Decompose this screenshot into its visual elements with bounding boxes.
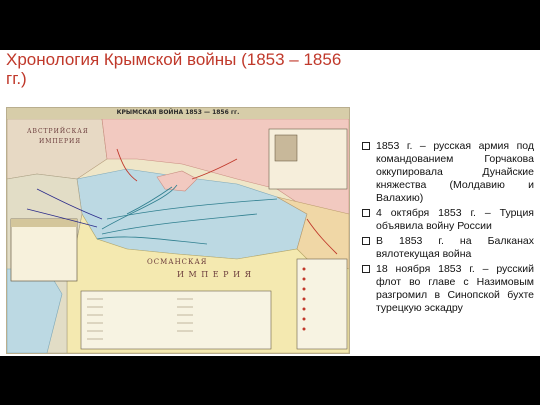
- slide-title: Хронология Крымской войны (1853 – 1856 г…: [6, 50, 342, 88]
- chronology-list: 1853 г. – русская армия под командование…: [362, 140, 534, 317]
- imperia-label: И М П Е Р И Я: [177, 270, 253, 279]
- list-item-text: 18 ноября 1853 г. – русский флот во глав…: [376, 263, 534, 314]
- list-item: В 1853 г. на Балканах вялотекущая война: [362, 235, 534, 261]
- list-item-text: В 1853 г. на Балканах вялотекущая война: [376, 235, 534, 260]
- ottoman-label: ОСМАНСКАЯ: [147, 258, 208, 266]
- map-graphic: [7, 119, 349, 353]
- checkbox-bullet-icon: [362, 142, 370, 150]
- list-item: 4 октября 1853 г. – Турция объявила войн…: [362, 207, 534, 233]
- list-item: 1853 г. – русская армия под командование…: [362, 140, 534, 205]
- checkbox-bullet-icon: [362, 209, 370, 217]
- inset-map: [10, 218, 78, 282]
- symbols-legend: [296, 258, 348, 350]
- list-item-text: 4 октября 1853 г. – Турция объявила войн…: [376, 207, 534, 232]
- crimean-war-map: КРЫМСКАЯ ВОЙНА 1853 — 1856 гг. АВСТРИЙСК…: [6, 107, 350, 354]
- map-title: КРЫМСКАЯ ВОЙНА 1853 — 1856 гг.: [116, 109, 240, 116]
- inset-header: [11, 219, 77, 227]
- checkbox-bullet-icon: [362, 265, 370, 273]
- empire-label: ИМПЕРИЯ: [39, 138, 82, 145]
- checkbox-bullet-icon: [362, 237, 370, 245]
- portrait-image: [274, 134, 298, 162]
- austria-label: АВСТРИЙСКАЯ: [27, 128, 89, 135]
- list-item-text: 1853 г. – русская армия под командование…: [376, 140, 534, 204]
- list-item: 18 ноября 1853 г. – русский флот во глав…: [362, 263, 534, 315]
- map-legend: [80, 290, 272, 350]
